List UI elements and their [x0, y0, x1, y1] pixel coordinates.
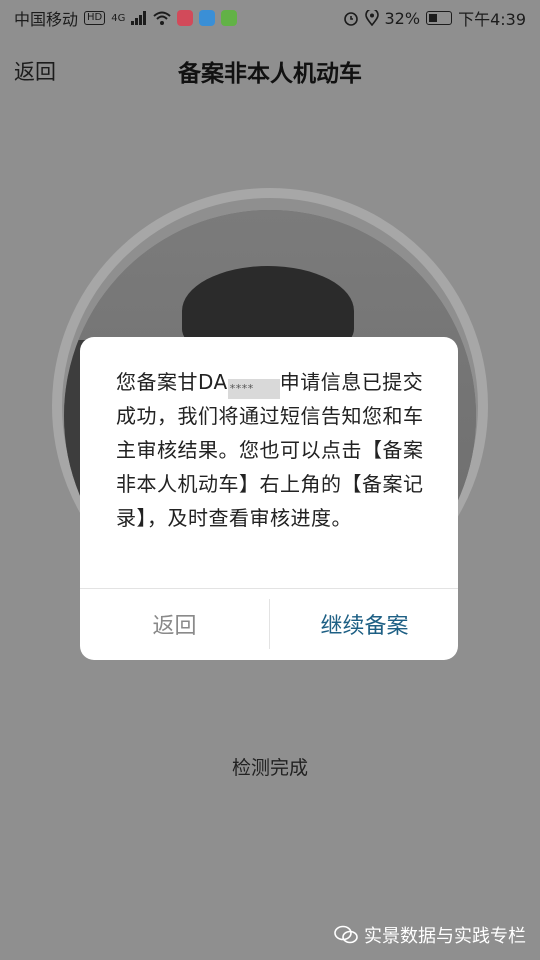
hd-badge: HD: [84, 11, 106, 25]
carrier-label: 中国移动: [14, 10, 79, 29]
submission-dialog: 您备案甘DA **** 申请信息已提交成功，我们将通过短信告知您和车主审核结果。您也…: [80, 337, 458, 660]
app-notification-icon: [177, 10, 194, 26]
masked-plate: ****: [227, 379, 280, 399]
dialog-message-start: 您备案甘DA: [116, 370, 228, 394]
continue-filing-button[interactable]: 继续备案: [270, 589, 458, 659]
battery-icon: [426, 11, 453, 25]
watermark: 实景数据与实践专栏: [334, 922, 526, 948]
location-icon: [364, 10, 379, 26]
signal-icon: [131, 11, 147, 25]
status-left: 中国移动 HD 4G: [14, 6, 238, 30]
status-right: 32% 下午4:39: [343, 6, 526, 30]
app-notification-icon: [221, 10, 238, 26]
battery-percent: 32%: [384, 8, 421, 28]
wechat-icon: [334, 925, 358, 944]
status-time: 下午4:39: [458, 10, 526, 29]
watermark-text: 实景数据与实践专栏: [364, 926, 526, 947]
network-type: 4G: [111, 12, 126, 24]
status-bar: 中国移动 HD 4G 32% 下午4:39: [0, 0, 540, 36]
alarm-icon: [343, 12, 358, 26]
wifi-icon: [153, 11, 172, 25]
dialog-back-button[interactable]: 返回: [80, 589, 269, 659]
app-bar: 返回 备案非本人机动车: [0, 36, 540, 104]
app-notification-icon: [199, 10, 216, 26]
detection-status: 检测完成: [231, 757, 308, 779]
page-title: 备案非本人机动车: [178, 61, 362, 87]
dialog-message: 您备案甘DA **** 申请信息已提交成功，我们将通过短信告知您和车主审核结果。您也…: [116, 365, 426, 535]
